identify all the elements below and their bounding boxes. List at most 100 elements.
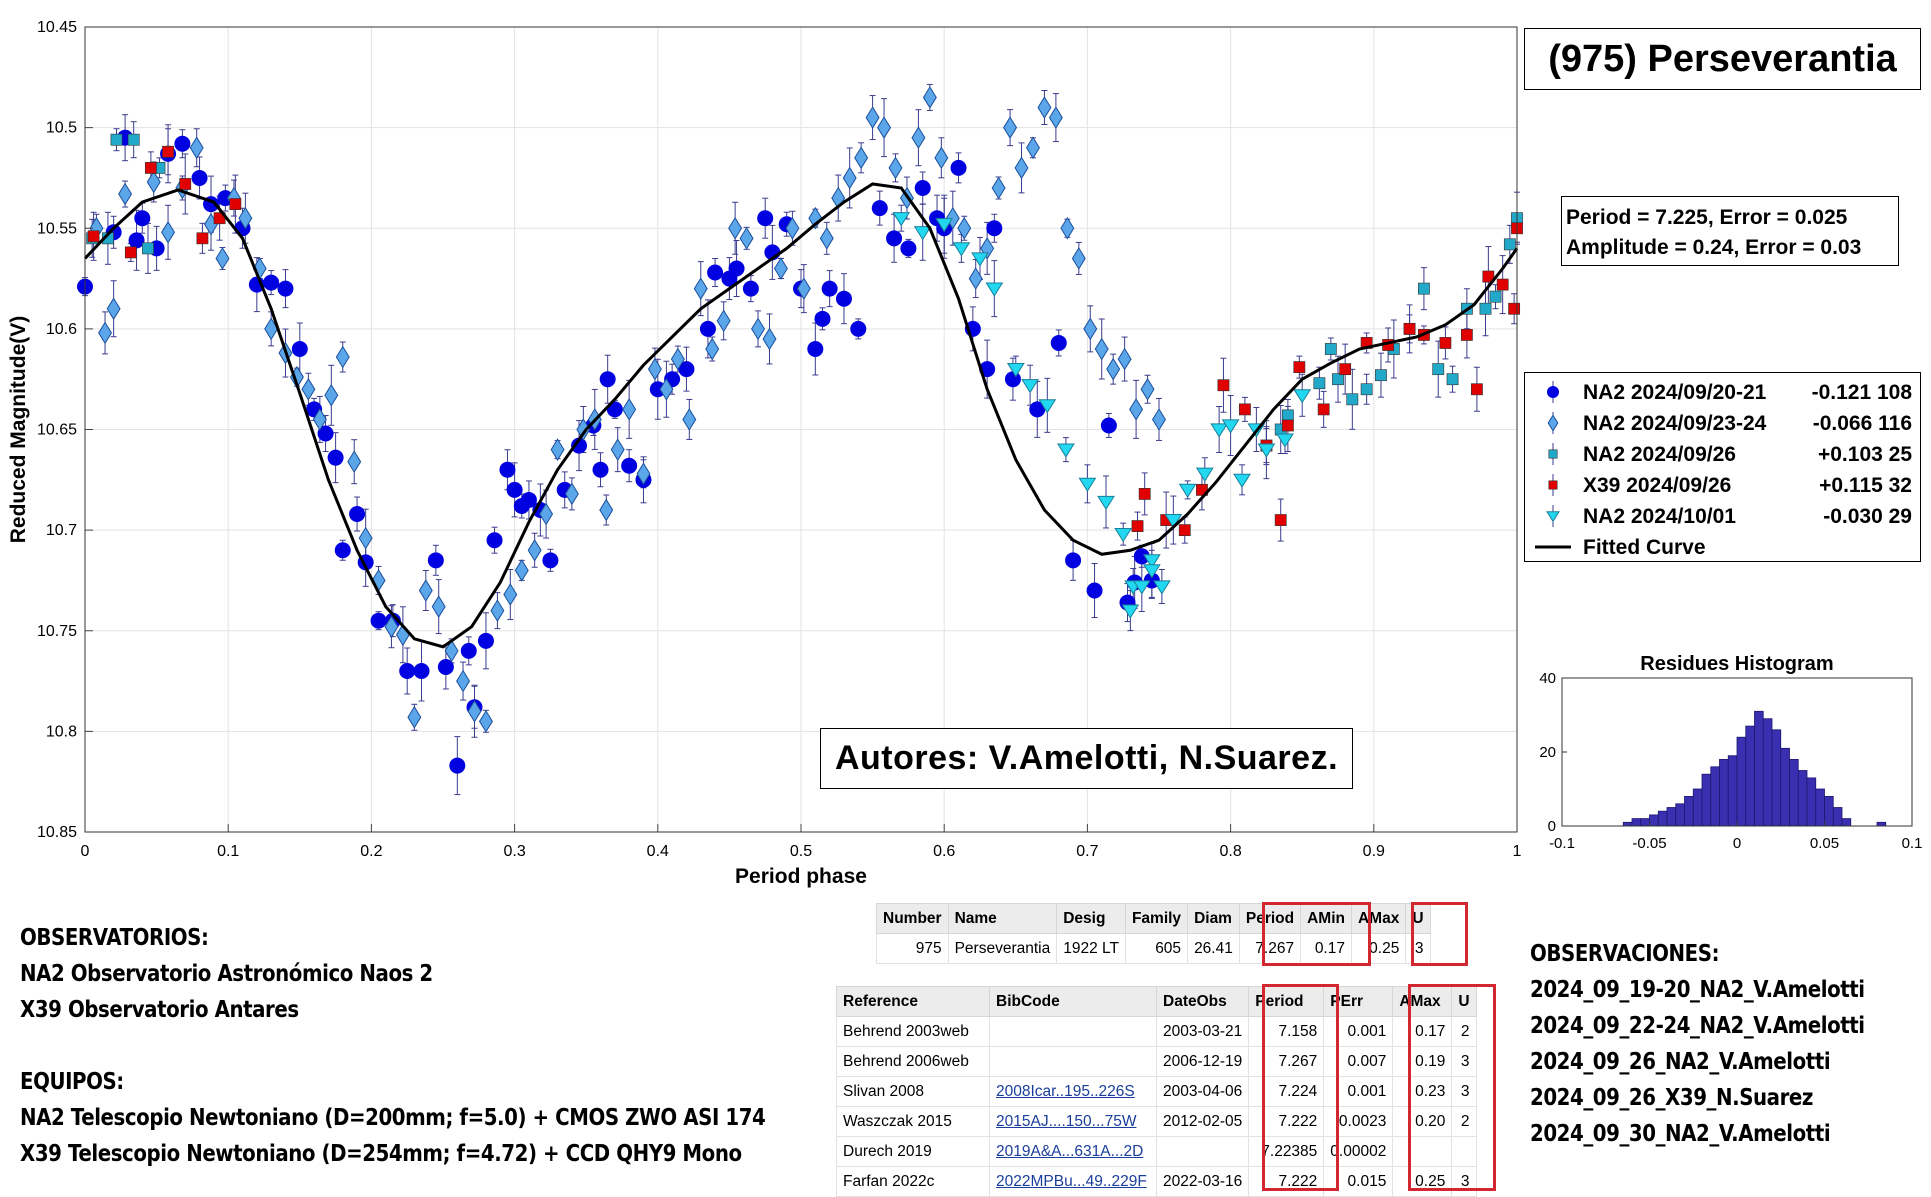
point-diamond	[1083, 317, 1098, 341]
point-diamond	[550, 438, 565, 461]
observations-block: OBSERVACIONES: 2024_09_19-20_NA2_V.Amelo…	[1530, 936, 1865, 1152]
point-circle	[370, 612, 387, 629]
bibcode-link[interactable]: 2015AJ....150...75W	[996, 1113, 1136, 1130]
cell: 605	[1124, 933, 1189, 964]
equipment-na2: NA2 Telescopio Newtoniano (D=200mm; f=5.…	[20, 1105, 766, 1131]
cell: 7.224	[1248, 1076, 1325, 1107]
point-diamond	[146, 170, 161, 194]
point-diamond	[1152, 408, 1166, 431]
cell: 0.001	[1323, 1016, 1394, 1047]
histogram-bar	[1692, 788, 1703, 827]
observation-item: 2024_09_26_X39_N.Suarez	[1530, 1085, 1813, 1111]
point-diamond	[865, 106, 880, 129]
x-tick-label: 0.9	[1363, 843, 1385, 860]
x-axis-label: Period phase	[735, 865, 867, 888]
point-square	[1217, 379, 1230, 392]
point-triangle-down	[1121, 604, 1140, 619]
observation-item: 2024_09_22-24_NA2_V.Amelotti	[1530, 1013, 1865, 1039]
point-circle	[327, 449, 344, 466]
point-square	[179, 178, 192, 190]
cell: Durech 2019	[836, 1136, 990, 1167]
point-triangle-down	[1114, 528, 1133, 543]
histogram-x-tick-label: 0.05	[1810, 835, 1839, 852]
point-diamond	[478, 709, 493, 733]
point-diamond	[922, 86, 937, 109]
point-circle	[814, 310, 831, 327]
cell: 7.22385	[1248, 1136, 1325, 1167]
point-triangle-down	[1195, 467, 1214, 482]
y-tick-label: 10.8	[46, 723, 77, 740]
cell: 2003-04-06	[1155, 1076, 1250, 1107]
point-square	[1332, 373, 1344, 386]
cell: 3	[1405, 933, 1431, 964]
point-diamond	[728, 216, 743, 240]
bibcode-cell: 2008Icar..195..226S	[989, 1076, 1157, 1107]
point-circle	[334, 542, 351, 559]
point-triangle-down	[1178, 483, 1197, 499]
table-row: Behrend 2003web 2003-03-21 7.158 0.001 0.17 2	[836, 1016, 1477, 1047]
y-tick-label: 10.65	[37, 422, 77, 439]
legend-marker	[1546, 505, 1560, 527]
point-diamond	[693, 277, 708, 300]
point-circle	[742, 280, 759, 297]
fit-amplitude-line: Amplitude = 0.24, Error = 0.03	[1566, 236, 1862, 259]
bibcode-link[interactable]: 2019A&A...631A...2D	[996, 1143, 1143, 1160]
legend-label: Fitted Curve	[1583, 536, 1706, 559]
legend-label: X39 2024/09/26	[1583, 474, 1732, 497]
cell: Perseverantia	[947, 933, 1058, 964]
point-circle	[506, 481, 523, 498]
col-reference: Reference	[836, 986, 990, 1017]
bibcode-link[interactable]: 2008Icar..195..226S	[996, 1083, 1135, 1100]
histogram-bar	[1736, 736, 1747, 827]
y-tick-label: 10.75	[37, 623, 77, 640]
histogram-bar	[1841, 818, 1852, 827]
col-diam: Diam	[1187, 903, 1240, 934]
point-circle	[542, 552, 559, 569]
point-circle	[807, 341, 824, 357]
fit-parameters-box: Period = 7.225, Error = 0.025 Amplitude …	[1561, 196, 1899, 266]
cell	[1451, 1136, 1477, 1167]
point-diamond	[215, 247, 230, 270]
point-circle	[835, 290, 852, 307]
point-circle	[486, 532, 503, 549]
point-circle	[291, 341, 308, 357]
x-tick-label: 0.2	[360, 843, 382, 860]
bibcode-link[interactable]: 2022MPBu...49..229F	[996, 1173, 1147, 1190]
point-diamond	[739, 226, 754, 250]
point-square	[144, 161, 157, 174]
observatory-x39: X39 Observatorio Antares	[20, 997, 299, 1023]
bibcode-cell	[989, 1016, 1157, 1047]
point-diamond	[407, 705, 422, 729]
asteroid-title: (975) Perseverantia	[1524, 28, 1921, 90]
point-diamond	[854, 146, 869, 170]
observaciones-title: OBSERVACIONES:	[1530, 941, 1720, 967]
point-circle	[886, 230, 903, 247]
point-circle	[914, 180, 931, 196]
point-circle	[1065, 552, 1082, 569]
cell: 0.007	[1323, 1046, 1394, 1077]
fit-period-line: Period = 7.225, Error = 0.025	[1566, 206, 1848, 229]
legend-swatch	[1547, 414, 1559, 432]
x-tick-label: 0.7	[1076, 843, 1098, 860]
point-circle	[1100, 417, 1117, 434]
x-tick-label: 0.8	[1219, 843, 1241, 860]
legend-entry: Fitted Curve	[1525, 532, 1920, 562]
histogram-x-tick-label: -0.05	[1632, 835, 1666, 852]
histogram-bar	[1640, 818, 1650, 827]
point-circle	[499, 461, 516, 478]
point-diamond	[1003, 116, 1018, 139]
point-circle	[592, 461, 609, 478]
legend-entry: X39 2024/09/26 +0.115 32	[1525, 470, 1920, 500]
col-number: Number	[876, 903, 949, 934]
point-diamond	[1037, 96, 1052, 119]
histogram-bar	[1701, 773, 1712, 827]
y-tick-label: 10.6	[46, 321, 77, 338]
col-desig: Desig	[1056, 903, 1126, 934]
histogram-bar	[1727, 755, 1738, 827]
histogram-bar	[1876, 821, 1887, 827]
cell: Slivan 2008	[836, 1076, 990, 1107]
point-diamond	[716, 309, 731, 333]
cell: 2	[1451, 1106, 1477, 1137]
lcdb-summary-table: Number Name Desig Family Diam Period AMi…	[876, 903, 1431, 964]
point-circle	[707, 264, 724, 281]
